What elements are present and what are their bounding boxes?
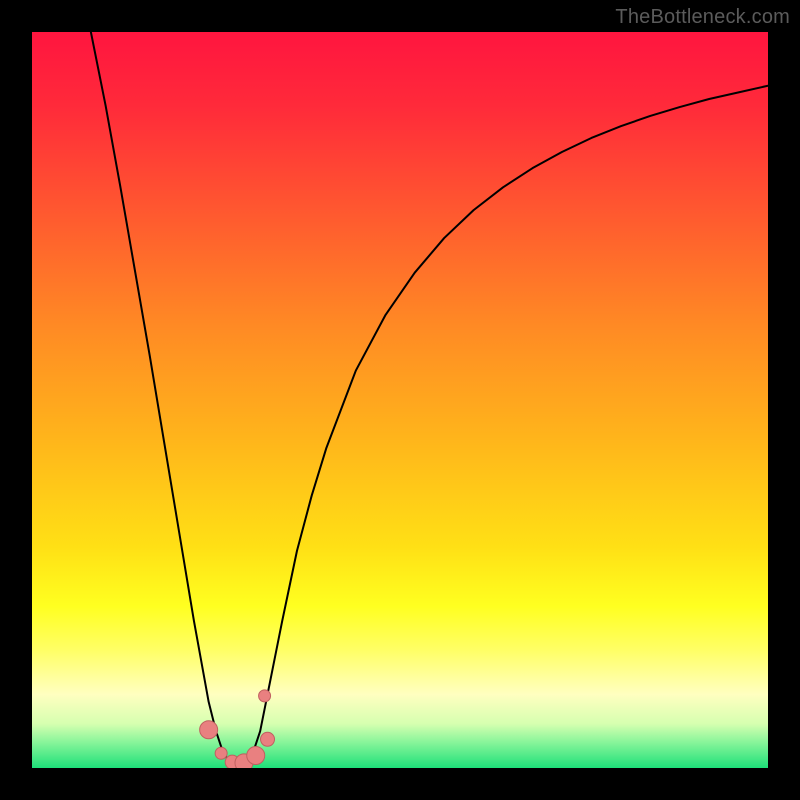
chart-frame: TheBottleneck.com xyxy=(0,0,800,800)
watermark-text: TheBottleneck.com xyxy=(615,6,790,29)
near-optimum-marker xyxy=(259,690,271,702)
near-optimum-marker xyxy=(215,747,227,759)
near-optimum-marker xyxy=(261,732,275,746)
gradient-background xyxy=(32,32,768,768)
plot-area xyxy=(32,32,768,768)
near-optimum-marker xyxy=(247,746,265,764)
near-optimum-marker xyxy=(200,721,218,739)
chart-svg xyxy=(32,32,768,768)
